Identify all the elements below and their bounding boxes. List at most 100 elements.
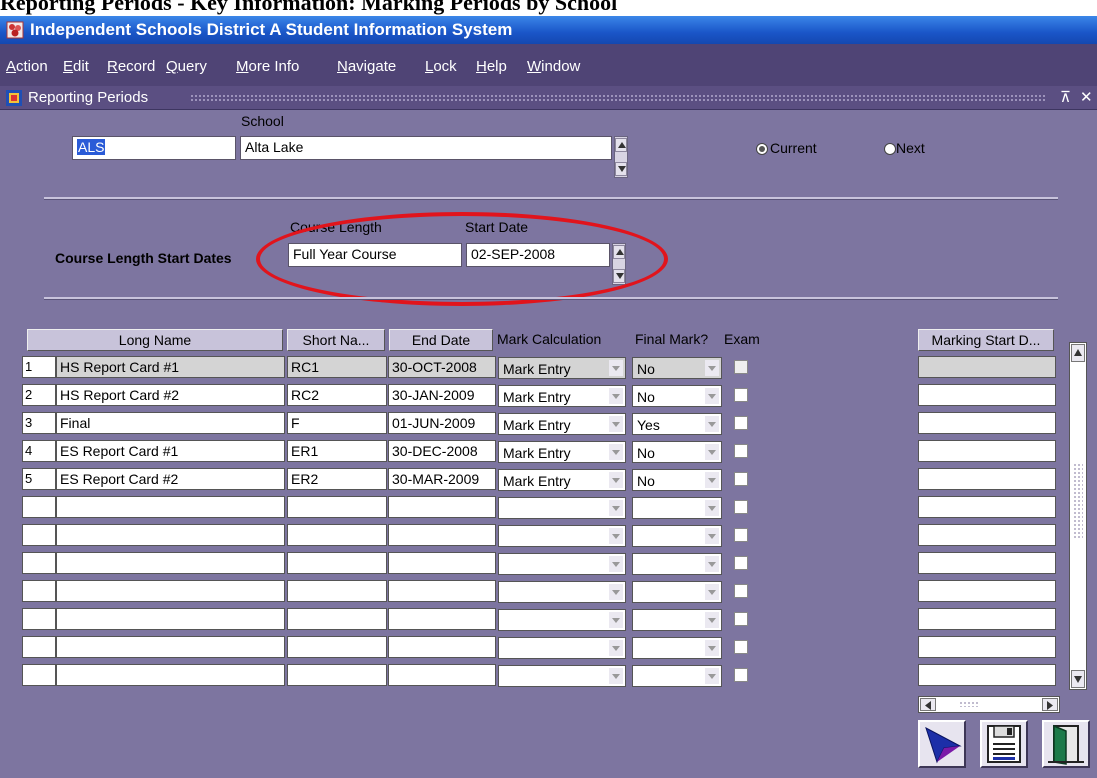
final-mark-combo[interactable]: Yes [632,413,722,435]
mark-calculation-combo[interactable]: Mark Entry [498,441,626,463]
next-radio[interactable] [884,143,896,155]
exam-checkbox[interactable] [734,668,748,682]
final-mark-combo[interactable] [632,497,722,519]
dropdown-arrow-icon[interactable] [609,556,623,572]
dropdown-arrow-icon[interactable] [609,360,623,376]
save-button[interactable] [980,720,1028,768]
row-number[interactable] [22,664,56,686]
short-name-cell[interactable] [287,552,387,574]
end-date-cell[interactable]: 30-DEC-2008 [388,440,496,462]
short-name-cell[interactable] [287,580,387,602]
row-number[interactable] [22,524,56,546]
menu-window[interactable]: Window [527,58,580,75]
end-date-cell[interactable] [388,580,496,602]
dropdown-arrow-icon[interactable] [705,444,719,460]
col-header-long-name[interactable]: Long Name [27,329,283,351]
dropdown-arrow-icon[interactable] [705,528,719,544]
long-name-cell[interactable] [56,608,285,630]
final-mark-combo[interactable] [632,609,722,631]
end-date-cell[interactable] [388,636,496,658]
long-name-cell[interactable] [56,552,285,574]
long-name-cell[interactable]: Final [56,412,285,434]
exam-checkbox[interactable] [734,640,748,654]
menu-edit[interactable]: Edit [63,58,89,75]
school-scroll-spinner[interactable] [614,136,628,178]
dropdown-arrow-icon[interactable] [705,360,719,376]
row-number[interactable]: 4 [22,440,56,462]
menu-lock[interactable]: Lock [425,58,457,75]
long-name-cell[interactable] [56,664,285,686]
final-mark-combo[interactable] [632,665,722,687]
final-mark-combo[interactable]: No [632,469,722,491]
scroll-thumb-grip[interactable] [1073,463,1083,538]
short-name-cell[interactable] [287,524,387,546]
select-pointer-button[interactable] [918,720,966,768]
long-name-cell[interactable] [56,524,285,546]
final-mark-combo[interactable] [632,581,722,603]
menu-more-info[interactable]: More Info [236,58,299,75]
long-name-cell[interactable] [56,580,285,602]
mark-calculation-combo[interactable] [498,637,626,659]
marking-start-cell[interactable] [918,636,1056,658]
marking-start-cell[interactable] [918,552,1056,574]
marking-start-cell[interactable] [918,524,1056,546]
exit-button[interactable] [1042,720,1090,768]
final-mark-combo[interactable] [632,525,722,547]
mark-calculation-combo[interactable]: Mark Entry [498,469,626,491]
mark-calculation-combo[interactable] [498,581,626,603]
row-number[interactable]: 2 [22,384,56,406]
col-header-marking-start[interactable]: Marking Start D... [918,329,1054,351]
short-name-cell[interactable]: RC2 [287,384,387,406]
marking-start-cell[interactable] [918,356,1056,378]
dropdown-arrow-icon[interactable] [705,584,719,600]
dropdown-arrow-icon[interactable] [705,612,719,628]
marking-start-cell[interactable] [918,580,1056,602]
dropdown-arrow-icon[interactable] [705,556,719,572]
long-name-cell[interactable]: HS Report Card #2 [56,384,285,406]
long-name-cell[interactable]: ES Report Card #2 [56,468,285,490]
dropdown-arrow-icon[interactable] [705,472,719,488]
row-number[interactable] [22,552,56,574]
scroll-left-icon[interactable] [920,698,936,711]
vertical-scrollbar[interactable] [1069,342,1087,690]
scroll-up-icon[interactable] [1071,344,1085,362]
exam-checkbox[interactable] [734,584,748,598]
menu-help[interactable]: Help [476,58,507,75]
marking-start-cell[interactable] [918,384,1056,406]
mark-calculation-combo[interactable] [498,525,626,547]
end-date-cell[interactable] [388,552,496,574]
exam-checkbox[interactable] [734,612,748,626]
menu-action[interactable]: Action [6,58,48,75]
scroll-down-icon[interactable] [1071,670,1085,688]
scroll-thumb-grip[interactable] [959,701,979,707]
row-number[interactable]: 5 [22,468,56,490]
dropdown-arrow-icon[interactable] [705,668,719,684]
short-name-cell[interactable]: F [287,412,387,434]
horizontal-scrollbar[interactable] [918,696,1060,713]
exam-checkbox[interactable] [734,472,748,486]
short-name-cell[interactable]: RC1 [287,356,387,378]
menu-record[interactable]: Record [107,58,155,75]
row-number[interactable] [22,496,56,518]
end-date-cell[interactable] [388,496,496,518]
marking-start-cell[interactable] [918,468,1056,490]
current-radio[interactable] [756,143,768,155]
mark-calculation-combo[interactable]: Mark Entry [498,385,626,407]
dropdown-arrow-icon[interactable] [609,528,623,544]
dropdown-arrow-icon[interactable] [705,500,719,516]
mark-calculation-combo[interactable] [498,609,626,631]
restore-icon[interactable]: ⊼ [1060,88,1071,106]
dropdown-arrow-icon[interactable] [705,388,719,404]
row-number[interactable]: 1 [22,356,56,378]
exam-checkbox[interactable] [734,500,748,514]
dropdown-arrow-icon[interactable] [705,640,719,656]
dropdown-arrow-icon[interactable] [609,388,623,404]
short-name-cell[interactable]: ER1 [287,440,387,462]
marking-start-cell[interactable] [918,664,1056,686]
end-date-cell[interactable]: 01-JUN-2009 [388,412,496,434]
school-code-field[interactable]: ALS [72,136,236,160]
dropdown-arrow-icon[interactable] [609,444,623,460]
dropdown-arrow-icon[interactable] [609,612,623,628]
dropdown-arrow-icon[interactable] [609,500,623,516]
end-date-cell[interactable]: 30-MAR-2009 [388,468,496,490]
